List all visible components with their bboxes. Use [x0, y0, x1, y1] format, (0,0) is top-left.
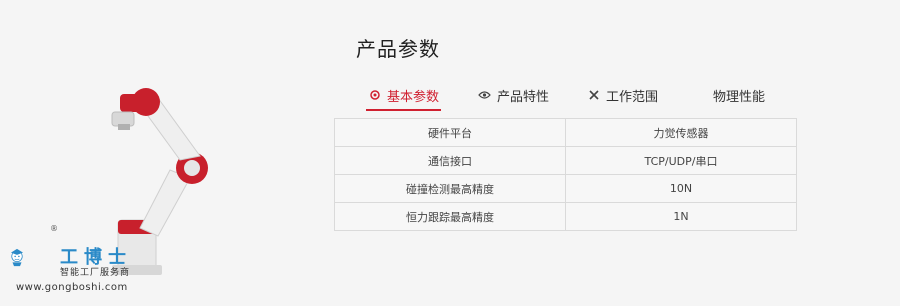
tab-bar: 基本参数 产品特性 工作范围 物理性能: [0, 82, 900, 111]
page-title: 产品参数: [356, 37, 440, 61]
param-value: TCP/UDP/串口: [565, 146, 797, 175]
param-value: 10N: [565, 174, 797, 203]
registered-mark: ®: [50, 224, 58, 233]
brand-tagline: 智能工厂服务商: [60, 268, 131, 278]
tools-icon: [587, 89, 600, 102]
param-name: 碰撞检测最高精度: [334, 174, 566, 203]
tab-physical-performance[interactable]: 物理性能: [713, 82, 765, 108]
gear-icon: [368, 89, 381, 102]
param-value: 1N: [565, 202, 797, 231]
tab-label: 基本参数: [387, 89, 440, 105]
tab-product-features[interactable]: 产品特性: [478, 82, 549, 108]
param-name: 硬件平台: [334, 118, 566, 147]
eye-icon: [478, 89, 491, 102]
tab-work-range[interactable]: 工作范围: [587, 82, 658, 108]
param-name: 恒力跟踪最高精度: [334, 202, 566, 231]
tab-label: 物理性能: [713, 89, 766, 105]
tab-basic-params[interactable]: 基本参数: [365, 82, 442, 111]
tab-label: 工作范围: [606, 89, 659, 105]
tab-label: 产品特性: [497, 89, 550, 105]
brand-url: www.gongboshi.com: [16, 282, 128, 293]
param-name: 通信接口: [334, 146, 566, 175]
table-row: 碰撞检测最高精度 10N: [334, 174, 797, 203]
params-table: 硬件平台 力觉传感器 通信接口 TCP/UDP/串口 碰撞检测最高精度 10N …: [334, 118, 797, 231]
table-row: 硬件平台 力觉传感器: [334, 118, 797, 147]
table-row: 恒力跟踪最高精度 1N: [334, 202, 797, 231]
param-value: 力觉传感器: [565, 118, 797, 147]
table-row: 通信接口 TCP/UDP/串口: [334, 146, 797, 175]
